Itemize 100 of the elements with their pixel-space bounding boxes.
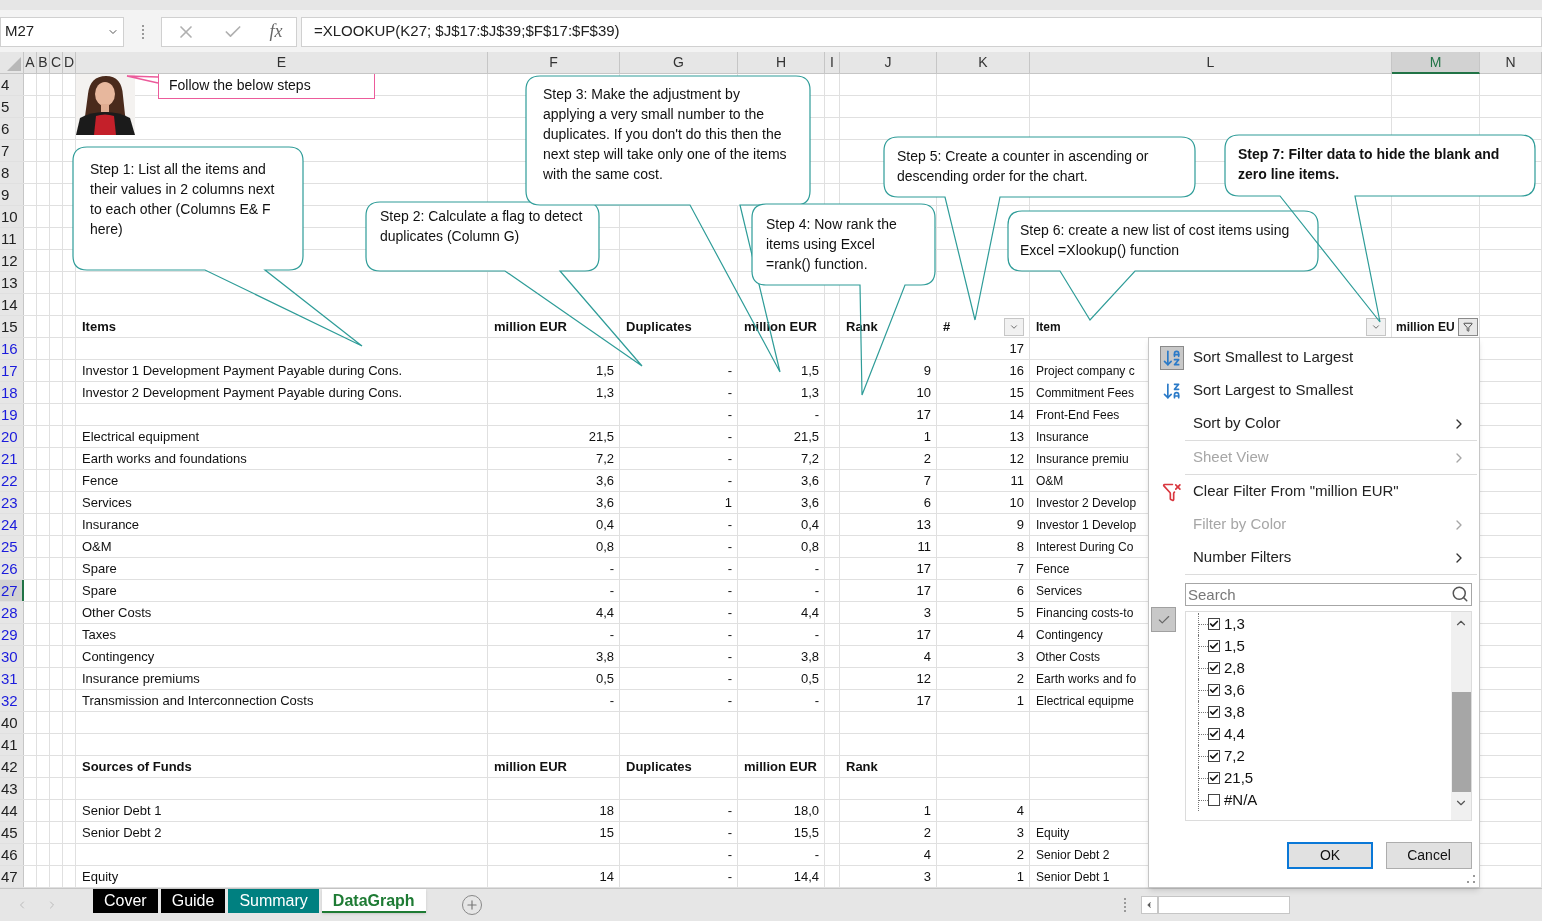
row-number[interactable]: 20 <box>0 426 24 447</box>
filter-button[interactable] <box>1366 317 1386 336</box>
menu-item[interactable]: Sort by Color <box>1149 407 1479 440</box>
table-cell-text: 17 <box>916 405 931 424</box>
column-header[interactable]: C <box>50 52 63 74</box>
row-number[interactable]: 17 <box>0 360 24 381</box>
search-field[interactable]: Search <box>1185 583 1472 606</box>
row-number[interactable]: 45 <box>0 822 24 843</box>
row-number[interactable]: 28 <box>0 602 24 623</box>
value-label[interactable]: 1,3 <box>1224 612 1245 636</box>
row-number[interactable]: 27 <box>0 580 24 601</box>
value-label[interactable]: 3,6 <box>1224 678 1245 702</box>
checkbox[interactable] <box>1208 772 1220 784</box>
row-number[interactable]: 23 <box>0 492 24 513</box>
row-number[interactable]: 7 <box>0 140 24 161</box>
table-cell-text: - <box>727 383 732 402</box>
value-label[interactable]: 7,2 <box>1224 744 1245 768</box>
row-number[interactable]: 4 <box>0 74 24 95</box>
row-number[interactable]: 43 <box>0 778 24 799</box>
menu-item[interactable]: Sort Smallest to Largest <box>1149 341 1479 374</box>
row-number[interactable]: 6 <box>0 118 24 139</box>
value-label[interactable]: #N/A <box>1224 788 1258 812</box>
checkbox[interactable] <box>1208 684 1220 696</box>
row-number[interactable]: 5 <box>0 96 24 117</box>
row-number[interactable]: 47 <box>0 866 24 887</box>
table-cell-text: Project company c <box>1036 362 1135 380</box>
column-header[interactable]: K <box>937 52 1030 74</box>
row-number[interactable]: 30 <box>0 646 24 667</box>
row-number[interactable]: 13 <box>0 272 24 293</box>
value-label[interactable]: 2,8 <box>1224 656 1245 680</box>
column-header[interactable]: B <box>37 52 50 74</box>
table-cell-text: 14,4 <box>793 867 819 886</box>
checkbox[interactable] <box>1208 618 1220 630</box>
row-number[interactable]: 9 <box>0 184 24 205</box>
menu-item[interactable]: Clear Filter From "million EUR" <box>1149 475 1479 508</box>
sheet-tab[interactable]: Summary <box>228 889 319 913</box>
formula-field[interactable]: =XLOOKUP(K27; $J$17:$J$39;$F$17:$F$39) <box>301 16 1542 47</box>
row-number[interactable]: 24 <box>0 514 24 535</box>
row-number[interactable]: 32 <box>0 690 24 711</box>
value-label[interactable]: 21,5 <box>1224 766 1254 790</box>
value-label[interactable]: 3,8 <box>1224 700 1245 724</box>
row-number[interactable]: 22 <box>0 470 24 491</box>
row-number[interactable]: 46 <box>0 844 24 865</box>
row-number[interactable]: 31 <box>0 668 24 689</box>
scrollbar-thumb[interactable] <box>1451 692 1471 792</box>
row-number[interactable]: 8 <box>0 162 24 183</box>
column-header[interactable]: L <box>1030 52 1392 74</box>
value-label[interactable]: 4,4 <box>1224 722 1245 746</box>
table-cell-text: 2 <box>923 449 931 468</box>
table-cell-text: Other Costs <box>1036 648 1101 666</box>
checkbox[interactable] <box>1208 706 1220 718</box>
sheet-tab[interactable]: Cover <box>93 889 158 913</box>
row-number[interactable]: 15 <box>0 316 24 337</box>
row-number[interactable]: 44 <box>0 800 24 821</box>
row-number[interactable]: 11 <box>0 228 24 249</box>
checkbox[interactable] <box>1208 728 1220 740</box>
menu-item[interactable]: Number Filters <box>1149 541 1479 574</box>
column-header[interactable]: I <box>825 52 840 74</box>
column-header[interactable]: D <box>63 52 76 74</box>
row-number[interactable]: 16 <box>0 338 24 359</box>
row-number[interactable]: 41 <box>0 734 24 755</box>
scrollbar[interactable] <box>1451 612 1471 820</box>
column-header[interactable]: H <box>738 52 825 74</box>
row-number[interactable]: 10 <box>0 206 24 227</box>
checkbox[interactable] <box>1208 794 1220 806</box>
row-number[interactable]: 29 <box>0 624 24 645</box>
sheet-tab[interactable]: Guide <box>160 889 226 913</box>
column-header[interactable]: A <box>24 52 37 74</box>
row-number[interactable]: 25 <box>0 536 24 557</box>
table-cell-text: 4 <box>1016 801 1024 820</box>
column-header[interactable]: G <box>620 52 738 74</box>
checkbox[interactable] <box>1208 662 1220 674</box>
row-number[interactable]: 18 <box>0 382 24 403</box>
cancel-button[interactable]: Cancel <box>1386 842 1472 869</box>
filter-active-button[interactable] <box>1458 317 1478 336</box>
checkbox[interactable] <box>1208 640 1220 652</box>
column-header[interactable]: M <box>1392 52 1480 74</box>
checkbox[interactable] <box>1208 750 1220 762</box>
ok-button[interactable]: OK <box>1287 842 1373 869</box>
column-header[interactable]: N <box>1480 52 1542 74</box>
horizontal-scrollbar[interactable] <box>1157 896 1290 914</box>
scroll-left-button[interactable] <box>1140 896 1158 914</box>
menu-item-label: Clear Filter From "million EUR" <box>1193 481 1399 502</box>
row-number[interactable]: 26 <box>0 558 24 579</box>
row-number[interactable]: 12 <box>0 250 24 271</box>
row-number[interactable]: 14 <box>0 294 24 315</box>
table-cell-text: 18,0 <box>793 801 819 820</box>
column-label: million EUR <box>744 757 817 776</box>
row-number[interactable]: 40 <box>0 712 24 733</box>
table-cell-text: 0,5 <box>800 669 819 688</box>
column-header[interactable]: J <box>840 52 937 74</box>
sheet-tab[interactable]: DataGraph <box>321 889 426 913</box>
name-box[interactable]: M27 <box>0 16 124 47</box>
insert-function-button[interactable]: fx <box>269 18 283 45</box>
menu-item[interactable]: Sort Largest to Smallest <box>1149 374 1479 407</box>
value-label[interactable]: 1,5 <box>1224 634 1245 658</box>
row-number[interactable]: 19 <box>0 404 24 425</box>
row-number[interactable]: 42 <box>0 756 24 777</box>
row-number[interactable]: 21 <box>0 448 24 469</box>
column-header[interactable]: F <box>488 52 620 74</box>
